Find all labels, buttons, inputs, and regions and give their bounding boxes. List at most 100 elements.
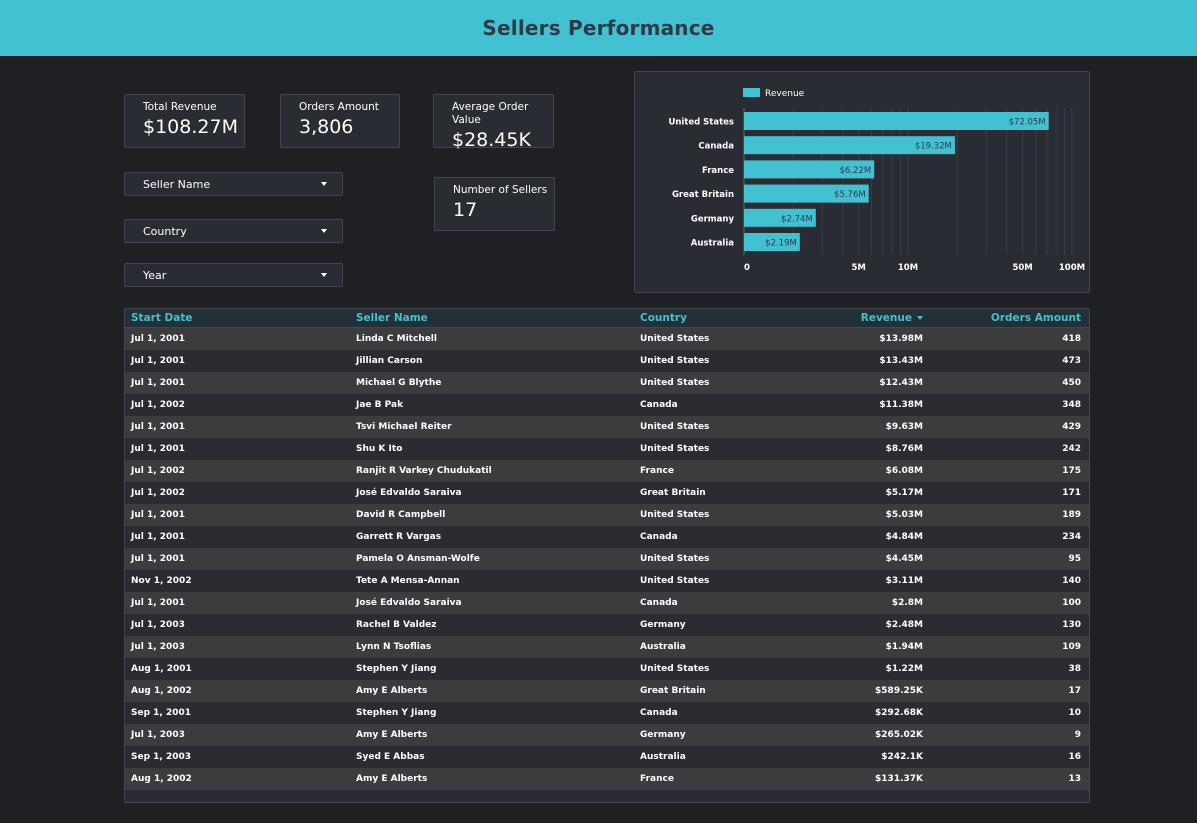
table-row[interactable]: Jul 1, 2001 Jillian Carson United States $1…	[125, 350, 1089, 372]
kpi-label: Total Revenue	[143, 101, 217, 113]
cell-revenue: $242.1K	[881, 752, 923, 762]
cell-revenue: $6.08M	[885, 466, 923, 476]
cell-orders-amount: 473	[1062, 356, 1081, 366]
column-header-seller-name[interactable]: Seller Name	[350, 309, 634, 327]
data-label: $2.74M	[781, 214, 813, 224]
table-row[interactable]: Jul 1, 2002 Ranjit R Varkey Chudukatil Fra…	[125, 460, 1089, 482]
cell-country: France	[640, 774, 674, 784]
cell-orders-amount: 38	[1068, 664, 1081, 674]
table-row[interactable]: Jul 1, 2002 Jae B Pak Canada $11.38M 348	[125, 394, 1089, 416]
cell-country: Australia	[640, 642, 686, 652]
kpi-label: Orders Amount	[299, 101, 379, 113]
cell-country: United States	[640, 444, 710, 454]
category-label: France	[702, 166, 734, 176]
header-bar: Sellers Performance	[0, 0, 1197, 56]
cell-country: Australia	[640, 752, 686, 762]
kpi-value: 3,806	[299, 116, 354, 138]
year-filter[interactable]: Year	[124, 263, 343, 287]
table-row[interactable]: Jul 1, 2001 David R Campbell United States…	[125, 504, 1089, 526]
cell-country: Canada	[640, 708, 678, 718]
table-row[interactable]: Aug 1, 2002 Amy E Alberts France $131.37K 13	[125, 768, 1089, 790]
column-header-start-date[interactable]: Start Date	[125, 309, 350, 327]
cell-seller-name: José Edvaldo Saraiva	[356, 598, 462, 608]
cell-start-date: Nov 1, 2002	[131, 576, 192, 586]
cell-country: United States	[640, 664, 710, 674]
cell-revenue: $1.22M	[885, 664, 923, 674]
table-row[interactable]: Jul 1, 2003 Amy E Alberts Germany $265.02K 9	[125, 724, 1089, 746]
table-row[interactable]: Jul 1, 2002 José Edvaldo Saraiva Great Bri…	[125, 482, 1089, 504]
table-row[interactable]: Jul 1, 2001 Pamela O Ansman-Wolfe United S…	[125, 548, 1089, 570]
cell-start-date: Jul 1, 2001	[131, 554, 185, 564]
cell-revenue: $13.98M	[879, 334, 923, 344]
cell-country: United States	[640, 576, 710, 586]
cell-revenue: $13.43M	[879, 356, 923, 366]
category-label: United States	[668, 118, 734, 128]
cell-revenue: $9.63M	[885, 422, 923, 432]
cell-seller-name: Pamela O Ansman-Wolfe	[356, 554, 480, 564]
cell-seller-name: Stephen Y Jiang	[356, 708, 437, 718]
column-header-orders-amount[interactable]: Orders Amount	[927, 309, 1087, 327]
cell-seller-name: Linda C Mitchell	[356, 334, 437, 344]
cell-start-date: Jul 1, 2001	[131, 532, 185, 542]
table-row[interactable]: Jul 1, 2001 Linda C Mitchell United States…	[125, 328, 1089, 350]
cell-orders-amount: 130	[1062, 620, 1081, 630]
table-row[interactable]: Jul 1, 2001 Shu K Ito United States $8.76M 2…	[125, 438, 1089, 460]
cell-revenue: $589.25K	[875, 686, 923, 696]
cell-country: Great Britain	[640, 686, 706, 696]
kpi-value: $108.27M	[143, 116, 238, 138]
table-row[interactable]: Sep 1, 2001 Stephen Y Jiang Canada $292.68K…	[125, 702, 1089, 724]
cell-orders-amount: 16	[1068, 752, 1081, 762]
cell-revenue: $5.17M	[885, 488, 923, 498]
table-row[interactable]: Jul 1, 2001 Garrett R Vargas Canada $4.84M 2…	[125, 526, 1089, 548]
cell-seller-name: Lynn N Tsoflias	[356, 642, 432, 652]
column-header-label: Revenue	[860, 312, 912, 324]
chevron-down-icon	[321, 182, 327, 186]
chevron-down-icon	[321, 273, 327, 277]
cell-start-date: Aug 1, 2002	[131, 686, 192, 696]
x-tick-label: 50M	[1012, 263, 1032, 273]
cell-seller-name: Garrett R Vargas	[356, 532, 442, 542]
table-row[interactable]: Jul 1, 2001 Tsvi Michael Reiter United Sta…	[125, 416, 1089, 438]
kpi-value: $28.45K	[452, 129, 531, 151]
category-label: Great Britain	[672, 190, 734, 200]
data-label: $2.19M	[765, 239, 797, 249]
filter-label: Seller Name	[143, 177, 211, 191]
kpi-value: 17	[453, 199, 478, 221]
cell-orders-amount: 189	[1062, 510, 1081, 520]
cell-seller-name: Rachel B Valdez	[356, 620, 437, 630]
table-row[interactable]: Aug 1, 2002 Amy E Alberts Great Britain $58…	[125, 680, 1089, 702]
cell-start-date: Jul 1, 2003	[131, 620, 185, 630]
sellers-table: Start Date Seller Name Country Revenue O…	[124, 308, 1090, 803]
cell-start-date: Sep 1, 2001	[131, 708, 192, 718]
cell-revenue: $8.76M	[885, 444, 923, 454]
column-header-revenue[interactable]: Revenue	[774, 309, 927, 327]
bar[interactable]	[744, 112, 1049, 130]
table-row[interactable]: Jul 1, 2003 Rachel B Valdez Germany $2.48M 1…	[125, 614, 1089, 636]
table-row[interactable]: Jul 1, 2003 Lynn N Tsoflias Australia $1.94…	[125, 636, 1089, 658]
legend-label: Revenue	[765, 89, 805, 99]
cell-country: United States	[640, 422, 710, 432]
seller-name-filter[interactable]: Seller Name	[124, 172, 343, 196]
table-row[interactable]: Sep 1, 2003 Syed E Abbas Australia $242.1K 1…	[125, 746, 1089, 768]
cell-country: Canada	[640, 400, 678, 410]
kpi-label: Average Order Value	[452, 101, 529, 126]
cell-seller-name: Tsvi Michael Reiter	[356, 422, 452, 432]
cell-start-date: Sep 1, 2003	[131, 752, 192, 762]
x-tick-label: 5M	[851, 263, 865, 273]
column-header-country[interactable]: Country	[634, 309, 774, 327]
table-row[interactable]: Nov 1, 2002 Tete A Mensa-Annan United Stat…	[125, 570, 1089, 592]
cell-revenue: $265.02K	[875, 730, 923, 740]
country-filter[interactable]: Country	[124, 219, 343, 243]
cell-revenue: $3.11M	[885, 576, 923, 586]
kpi-orders-amount: Orders Amount 3,806	[280, 94, 400, 148]
cell-orders-amount: 429	[1062, 422, 1081, 432]
cell-revenue: $131.37K	[875, 774, 923, 784]
cell-orders-amount: 242	[1062, 444, 1081, 454]
cell-country: Germany	[640, 730, 686, 740]
table-row[interactable]: Jul 1, 2001 Michael G Blythe United States…	[125, 372, 1089, 394]
cell-country: United States	[640, 334, 710, 344]
cell-orders-amount: 95	[1068, 554, 1081, 564]
table-row[interactable]: Aug 1, 2001 Stephen Y Jiang United States $…	[125, 658, 1089, 680]
table-row[interactable]: Jul 1, 2001 José Edvaldo Saraiva Canada $2.…	[125, 592, 1089, 614]
chevron-down-icon	[321, 229, 327, 233]
